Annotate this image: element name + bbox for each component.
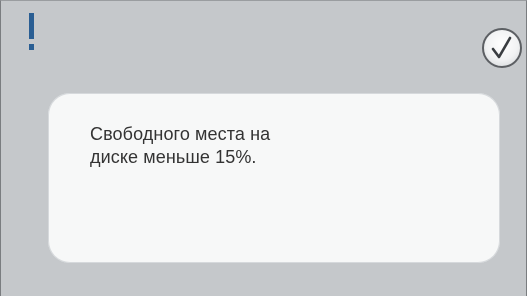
message-line-2: диске меньше 15%. [90, 147, 257, 167]
message-line-1: Свободного места на [90, 124, 271, 144]
exclamation-icon [29, 13, 35, 51]
message-card: Свободного места на диске меньше 15%. [48, 93, 500, 263]
ok-button[interactable] [482, 28, 522, 68]
exclamation-dot [29, 44, 34, 50]
notification-panel: Свободного места на диске меньше 15%. [0, 0, 527, 296]
message-text: Свободного места на диске меньше 15%. [90, 123, 470, 169]
checkmark-icon [491, 36, 512, 59]
exclamation-bar [29, 13, 34, 39]
